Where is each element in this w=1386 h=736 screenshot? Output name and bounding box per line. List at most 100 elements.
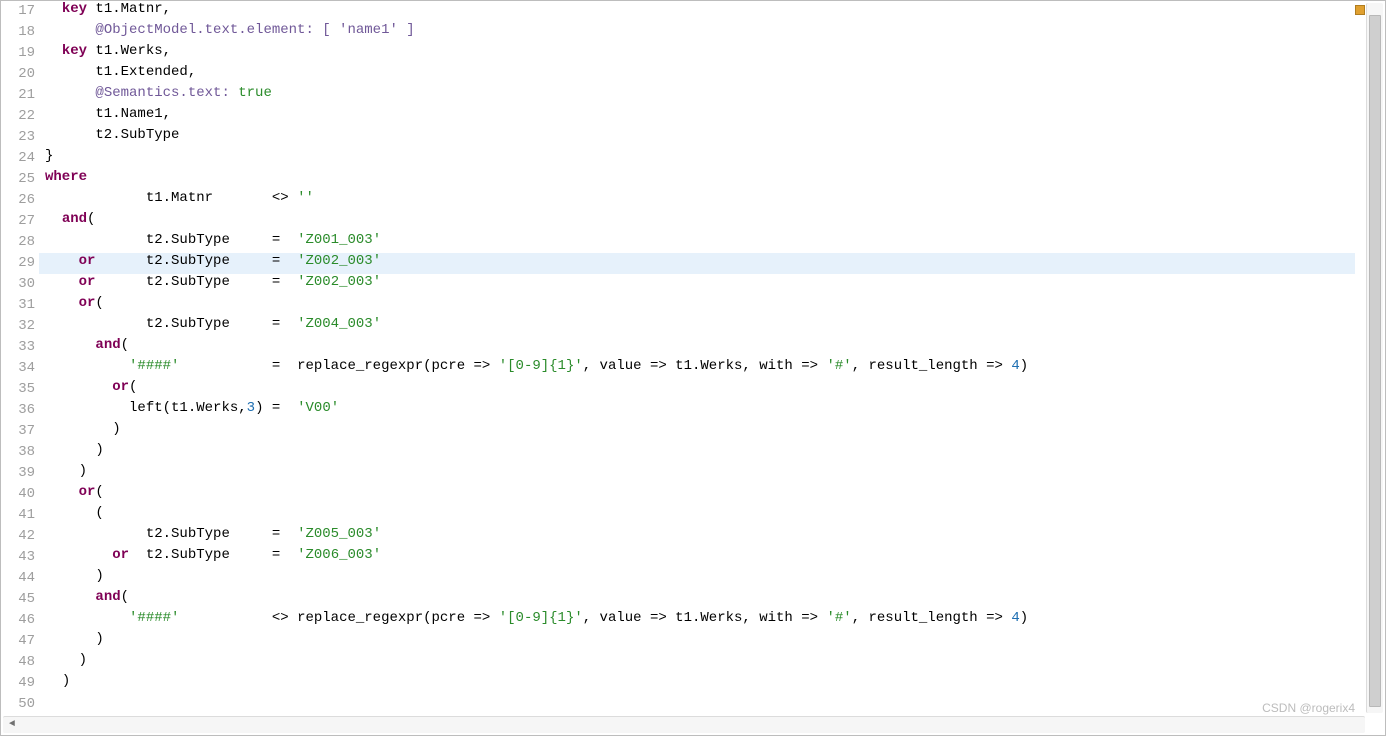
- token-plain: t2: [45, 526, 163, 542]
- token-plain: [45, 379, 112, 395]
- token-kw: and: [95, 337, 120, 353]
- token-punc: (: [95, 484, 103, 500]
- code-line[interactable]: t2.SubType: [39, 127, 1355, 148]
- token-punc: .: [112, 43, 120, 59]
- token-plain: t2: [45, 232, 163, 248]
- token-str: 'Z001_003': [297, 232, 381, 248]
- token-plain: t1: [667, 358, 692, 374]
- token-str: 'Z006_003': [297, 547, 381, 563]
- code-line[interactable]: or t2.SubType = 'Z002_003': [39, 274, 1355, 295]
- code-line[interactable]: or t2.SubType = 'Z006_003': [39, 547, 1355, 568]
- code-line[interactable]: t2.SubType = 'Z005_003': [39, 526, 1355, 547]
- token-plain: [45, 85, 95, 101]
- line-number: 40: [18, 484, 35, 505]
- token-kw: key: [62, 1, 87, 17]
- token-plain: [289, 190, 297, 206]
- code-line[interactable]: @ObjectModel.text.element: [ 'name1' ]: [39, 22, 1355, 43]
- token-plain: pcre: [432, 610, 474, 626]
- code-line[interactable]: }: [39, 148, 1355, 169]
- line-number: 34: [18, 358, 35, 379]
- token-plain: t2: [129, 547, 163, 563]
- token-plain: [45, 463, 79, 479]
- code-line[interactable]: '####' = replace_regexpr(pcre => '[0-9]{…: [39, 358, 1355, 379]
- code-line[interactable]: t2.SubType = 'Z001_003': [39, 232, 1355, 253]
- token-plain: result_length: [860, 610, 986, 626]
- code-line[interactable]: key t1.Werks,: [39, 43, 1355, 64]
- code-line[interactable]: [39, 694, 1355, 714]
- token-str: '[0-9]{1}': [499, 610, 583, 626]
- code-line[interactable]: where: [39, 169, 1355, 190]
- token-punc: .: [163, 190, 171, 206]
- code-line[interactable]: or(: [39, 484, 1355, 505]
- line-number: 22: [18, 106, 35, 127]
- token-plain: Werks: [700, 610, 742, 626]
- code-line[interactable]: ): [39, 421, 1355, 442]
- code-line[interactable]: left(t1.Werks,3) = 'V00': [39, 400, 1355, 421]
- line-number: 24: [18, 148, 35, 169]
- code-line[interactable]: or t2.SubType = 'Z002_003': [39, 253, 1355, 274]
- code-line[interactable]: ): [39, 568, 1355, 589]
- code-line[interactable]: and(: [39, 589, 1355, 610]
- token-num: 4: [1011, 358, 1019, 374]
- vertical-scroll-thumb[interactable]: [1369, 15, 1381, 707]
- token-punc: (: [163, 400, 171, 416]
- token-plain: [45, 568, 95, 584]
- code-line[interactable]: and(: [39, 337, 1355, 358]
- overview-marker[interactable]: [1355, 5, 1365, 15]
- line-number: 21: [18, 85, 35, 106]
- token-plain: [280, 253, 297, 269]
- token-plain: left: [45, 400, 163, 416]
- token-str: '####': [129, 358, 179, 374]
- token-punc: ): [95, 631, 103, 647]
- code-line[interactable]: t1.Extended,: [39, 64, 1355, 85]
- token-plain: [490, 358, 498, 374]
- token-anno: @Semantics.text:: [95, 85, 229, 101]
- token-punc: .: [163, 316, 171, 332]
- code-area[interactable]: key t1.Matnr, @ObjectModel.text.element:…: [39, 1, 1355, 714]
- token-punc: =>: [474, 610, 491, 626]
- line-number: 42: [18, 526, 35, 547]
- token-plain: SubType: [171, 547, 272, 563]
- code-line[interactable]: t1.Name1,: [39, 106, 1355, 127]
- token-punc: =>: [650, 610, 667, 626]
- line-number: 32: [18, 316, 35, 337]
- token-str: '#': [826, 610, 851, 626]
- token-plain: [230, 85, 238, 101]
- code-line[interactable]: or(: [39, 295, 1355, 316]
- token-plain: with: [751, 610, 801, 626]
- horizontal-scrollbar[interactable]: ◄: [3, 716, 1365, 733]
- code-line[interactable]: key t1.Matnr,: [39, 1, 1355, 22]
- code-line[interactable]: @Semantics.text: true: [39, 85, 1355, 106]
- token-num: 3: [247, 400, 255, 416]
- token-plain: [45, 1, 62, 17]
- token-punc: (: [87, 211, 95, 227]
- token-punc: ,: [583, 610, 591, 626]
- token-plain: t1: [171, 400, 188, 416]
- token-punc: .: [163, 526, 171, 542]
- token-plain: [45, 274, 79, 290]
- line-number: 25: [18, 169, 35, 190]
- token-plain: SubType: [171, 253, 272, 269]
- token-punc: (: [95, 505, 103, 521]
- token-punc: ): [112, 421, 120, 437]
- code-line[interactable]: ): [39, 631, 1355, 652]
- code-line[interactable]: and(: [39, 211, 1355, 232]
- token-punc: .: [163, 274, 171, 290]
- vertical-scrollbar[interactable]: [1366, 3, 1383, 713]
- code-line[interactable]: (: [39, 505, 1355, 526]
- code-line[interactable]: t2.SubType = 'Z004_003': [39, 316, 1355, 337]
- token-punc: =>: [474, 358, 491, 374]
- code-line[interactable]: ): [39, 463, 1355, 484]
- code-line[interactable]: ): [39, 673, 1355, 694]
- code-line[interactable]: ): [39, 442, 1355, 463]
- token-punc: (: [121, 589, 129, 605]
- token-plain: [45, 337, 95, 353]
- token-punc: =: [272, 316, 280, 332]
- code-line[interactable]: ): [39, 652, 1355, 673]
- scroll-left-button[interactable]: ◄: [5, 718, 19, 732]
- token-plain: [45, 421, 112, 437]
- code-line[interactable]: t1.Matnr <> '': [39, 190, 1355, 211]
- code-line[interactable]: or(: [39, 379, 1355, 400]
- token-punc: =>: [650, 358, 667, 374]
- code-line[interactable]: '####' <> replace_regexpr(pcre => '[0-9]…: [39, 610, 1355, 631]
